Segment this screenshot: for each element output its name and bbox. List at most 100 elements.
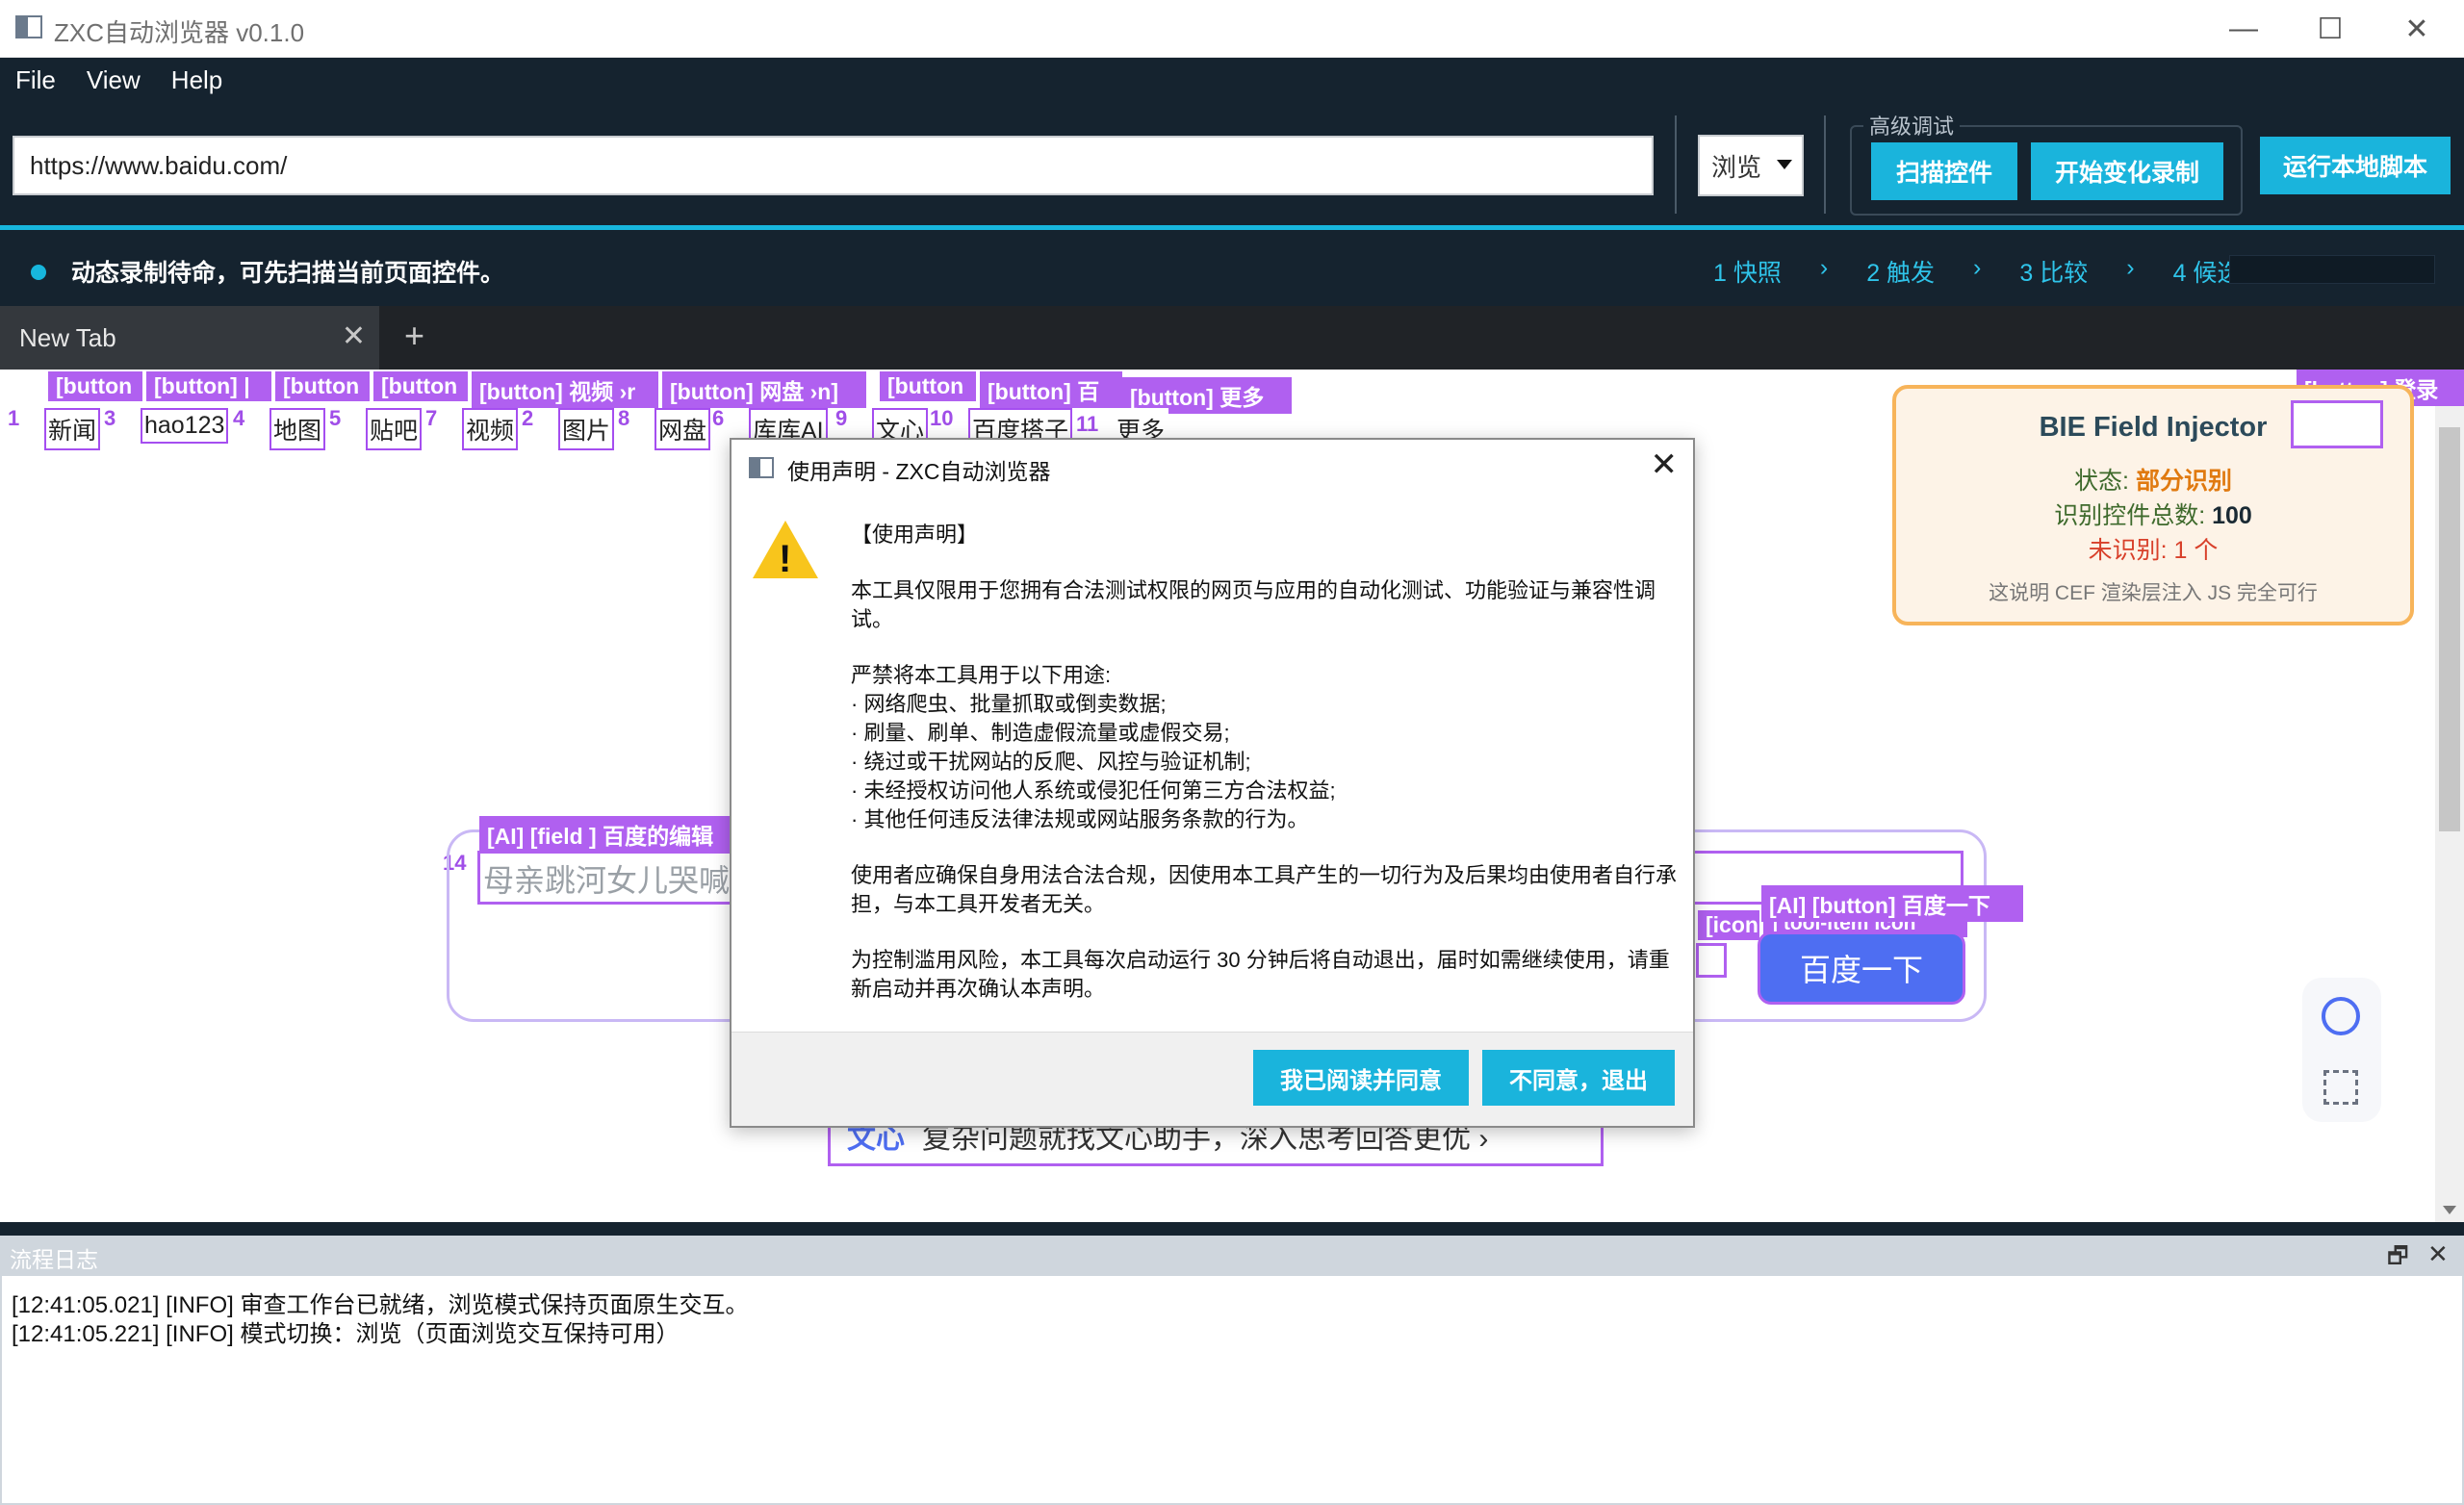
dialog-forbidden-list: 严禁将本工具用于以下用途: · 网络爬虫、批量抓取或倒卖数据; · 刷量、刷单、…	[851, 661, 1679, 834]
step-trigger: 2 触发	[1866, 260, 1936, 287]
nav-link-news[interactable]: 新闻	[44, 408, 101, 450]
advanced-debug-label: 高级调试	[1863, 110, 1961, 140]
log-panel-title: 流程日志	[10, 1247, 98, 1272]
list-item: · 绕过或干扰网站的反爬、风控与验证机制;	[851, 750, 1251, 774]
overlay-number: 1	[8, 406, 20, 430]
list-item: · 未经授权访问他人系统或侵犯任何第三方合法权益;	[851, 778, 1336, 803]
window-title: ZXC自动浏览器 v0.1.0	[54, 18, 305, 47]
menu-view[interactable]: View	[71, 65, 156, 95]
overlay-label: [button	[373, 371, 468, 401]
url-input[interactable]	[13, 136, 1654, 195]
dialog-body: 【使用声明】 本工具仅限用于您拥有合法测试权限的网页与应用的自动化测试、功能验证…	[851, 521, 1679, 1031]
warning-exclamation: !	[779, 538, 792, 580]
usage-agreement-dialog: 使用声明 - ZXC自动浏览器 ✕ ! 【使用声明】 本工具仅限用于您拥有合法测…	[730, 438, 1695, 1128]
maximize-button[interactable]: ☐	[2287, 0, 2374, 58]
tab-title: New Tab	[19, 323, 116, 352]
injector-total: 识别控件总数: 100	[1896, 497, 2410, 531]
overlay-label-field: [AI] [field ] 百度的编辑	[479, 816, 730, 853]
nav-link-map[interactable]: 地图	[270, 408, 326, 450]
overlay-number: 11	[1076, 412, 1099, 436]
chevron-right-icon: ›	[1973, 254, 1982, 281]
log-close-icon[interactable]: ✕	[2427, 1239, 2449, 1269]
dialog-heading: 【使用声明】	[851, 523, 979, 547]
overlay-label: [button	[275, 371, 370, 401]
mode-select[interactable]: 浏览	[1698, 135, 1804, 196]
overlay-number: 8	[618, 406, 630, 430]
overlay-label-ai-button: [AI] [button] 百度一下	[1761, 885, 2023, 922]
overlay-label: [button] |	[146, 371, 271, 401]
injector-unrecognized: 未识别: 1 个	[2088, 537, 2219, 564]
page-scrollbar[interactable]	[2435, 370, 2464, 1222]
dialog-paragraph-liability: 使用者应确保自身用法合法合规，因使用本工具产生的一切行为及后果均由使用者自行承担…	[851, 863, 1678, 916]
dialog-paragraph-scope: 本工具仅限用于您拥有合法测试权限的网页与应用的自动化测试、功能验证与兼容性调试。	[851, 578, 1656, 631]
app-icon	[15, 15, 42, 38]
overlay-number: 6	[712, 406, 725, 430]
overlay-number: 9	[835, 406, 848, 430]
list-item: · 网络爬虫、批量抓取或倒卖数据;	[851, 692, 1167, 716]
log-line: [12:41:05.221] [INFO] 模式切换：浏览（页面浏览交互保持可用…	[12, 1321, 680, 1347]
nav-link-netdisk[interactable]: 网盘	[654, 408, 711, 450]
nav-link-images[interactable]: 图片	[558, 408, 615, 450]
dialog-title: 使用声明 - ZXC自动浏览器	[787, 459, 1051, 484]
overlay-label: [button	[48, 371, 142, 401]
step-compare: 3 比较	[2019, 260, 2089, 287]
overlay-number: 7	[425, 406, 438, 430]
list-item: · 刷量、刷单、制造虚假流量或虚假交易;	[851, 721, 1230, 745]
chevron-right-icon: ›	[2126, 254, 2135, 281]
tab-new-tab[interactable]: New Tab ✕	[0, 306, 379, 370]
injector-status-value: 部分识别	[2135, 468, 2232, 495]
toolbar-divider	[1824, 115, 1826, 214]
tab-close-icon[interactable]: ✕	[342, 319, 366, 353]
menu-bar: File View Help	[0, 58, 238, 102]
injector-status-label: 状态:	[2074, 468, 2136, 495]
toolbar-divider	[1675, 115, 1677, 214]
refresh-icon[interactable]	[2322, 997, 2360, 1035]
start-change-recording-button[interactable]: 开始变化录制	[2031, 142, 2223, 200]
search-placeholder: 母亲跳河女儿哭喊	[483, 863, 731, 898]
overlay-number: 4	[233, 406, 245, 430]
overlay-label: [button] 百	[980, 371, 1122, 408]
close-window-button[interactable]: ✕	[2374, 0, 2460, 58]
recording-steps: 1 快照 › 2 触发 › 3 比较 › 4 候选	[1711, 254, 2243, 289]
new-tab-button[interactable]: +	[404, 316, 424, 356]
minimize-button[interactable]: —	[2200, 0, 2287, 58]
chevron-down-icon	[1777, 160, 1792, 169]
injector-note: 这说明 CEF 渲染层注入 JS 完全可行	[1989, 582, 2318, 604]
dialog-app-icon	[749, 457, 774, 478]
overlay-label: [button	[880, 371, 976, 401]
overlay-number: 5	[329, 406, 342, 430]
injector-status: 状态: 部分识别	[1896, 462, 2410, 497]
dialog-forbidden-title: 严禁将本工具用于以下用途:	[851, 663, 1112, 687]
list-item: · 其他任何违反法律法规或网站服务条款的行为。	[851, 807, 1309, 831]
scroll-down-icon[interactable]	[2443, 1206, 2456, 1214]
menu-help[interactable]: Help	[156, 65, 238, 95]
qr-code-icon[interactable]	[2323, 1070, 2358, 1105]
chevron-right-icon: ›	[1819, 254, 1829, 281]
image-search-icon[interactable]	[1696, 943, 1727, 978]
scrollbar-thumb[interactable]	[2439, 427, 2460, 831]
step-snapshot: 1 快照	[1713, 260, 1782, 287]
status-message: 动态录制待命，可先扫描当前页面控件。	[71, 260, 505, 287]
log-panel-header: 流程日志 🗗 ✕	[0, 1236, 2464, 1274]
injector-total-label: 识别控件总数:	[2054, 502, 2213, 529]
menu-file[interactable]: File	[0, 65, 71, 95]
nav-link-tieba[interactable]: 贴吧	[366, 408, 423, 450]
log-output[interactable]: [12:41:05.021] [INFO] 审查工作台已就绪，浏览模式保持页面原…	[0, 1274, 2464, 1505]
mode-select-value: 浏览	[1711, 152, 1762, 182]
dialog-paragraph-timeout: 为控制滥用风险，本工具每次启动运行 30 分钟后将自动退出，届时如需继续使用，请…	[851, 948, 1670, 1001]
nav-link-video[interactable]: 视频	[462, 408, 519, 450]
baidu-search-button[interactable]: 百度一下	[1758, 931, 1965, 1005]
disagree-exit-button[interactable]: 不同意，退出	[1482, 1050, 1675, 1106]
scan-controls-button[interactable]: 扫描控件	[1871, 142, 2017, 200]
overlay-label-icon: [icon	[1698, 910, 1759, 940]
dialog-close-button[interactable]: ✕	[1651, 446, 1679, 484]
log-restore-icon[interactable]: 🗗	[2387, 1239, 2409, 1279]
panel-splitter[interactable]	[0, 1222, 2464, 1236]
title-bar: ZXC自动浏览器 v0.1.0 — ☐ ✕	[0, 0, 2464, 58]
accent-divider	[0, 225, 2464, 230]
agree-button[interactable]: 我已阅读并同意	[1253, 1050, 1469, 1106]
overlay-label: [button] 网盘 ›n]	[662, 371, 866, 408]
nav-link-hao123[interactable]: hao123	[141, 408, 229, 444]
login-button-outline[interactable]	[2291, 400, 2383, 448]
run-local-script-button[interactable]: 运行本地脚本	[2260, 137, 2451, 194]
